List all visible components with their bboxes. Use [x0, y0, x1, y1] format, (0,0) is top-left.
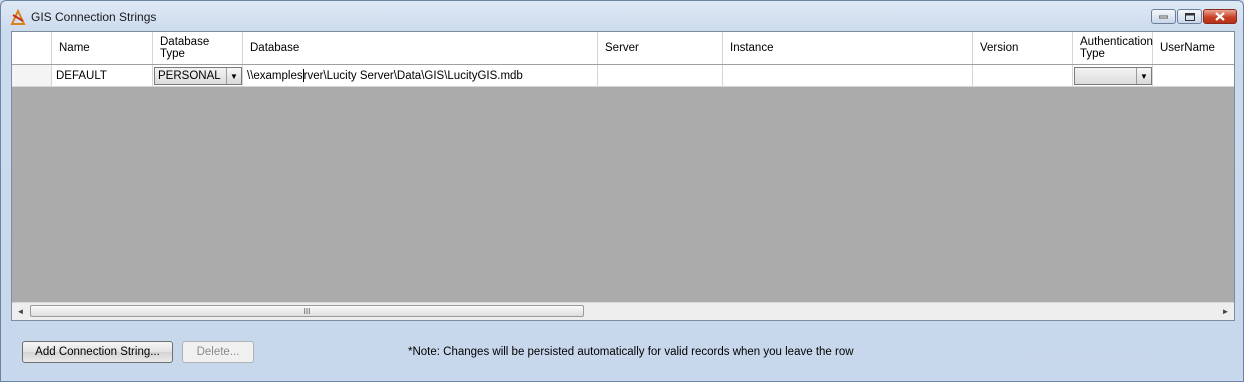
row-header[interactable] — [12, 65, 52, 87]
row-header-corner — [12, 32, 52, 64]
title-bar[interactable]: GIS Connection Strings — [1, 1, 1243, 31]
column-header-authentication-type[interactable]: Authentication Type — [1073, 32, 1153, 64]
column-header-server[interactable]: Server — [598, 32, 723, 64]
caption-buttons — [1151, 9, 1237, 24]
minimize-icon — [1159, 15, 1168, 18]
cell-instance[interactable] — [723, 65, 973, 87]
maximize-icon — [1184, 12, 1195, 21]
horizontal-scrollbar[interactable]: ◄ III ► — [12, 302, 1234, 320]
cell-database-type[interactable]: PERSONAL ▼ — [153, 65, 243, 87]
cell-server[interactable] — [598, 65, 723, 87]
cell-database[interactable]: \\examples rver\Lucity Server\Data\GIS\Lu… — [243, 65, 598, 87]
database-text-after-cursor: rver\Lucity Server\Data\GIS\LucityGIS.md… — [303, 69, 523, 82]
cell-version[interactable] — [973, 65, 1073, 87]
column-header-instance[interactable]: Instance — [723, 32, 973, 64]
persistence-note: *Note: Changes will be persisted automat… — [408, 346, 854, 358]
arrow-left-icon[interactable]: ◄ — [12, 303, 29, 320]
cell-name[interactable]: DEFAULT — [52, 65, 153, 87]
column-header-version[interactable]: Version — [973, 32, 1073, 64]
column-header-database[interactable]: Database — [243, 32, 598, 64]
column-header-username[interactable]: UserName — [1153, 32, 1234, 64]
close-button[interactable] — [1203, 9, 1237, 24]
cell-authentication-type[interactable]: ▼ — [1073, 65, 1153, 87]
table-row[interactable]: DEFAULT PERSONAL ▼ \\examples rver\Lucity… — [12, 65, 1234, 87]
authentication-type-dropdown[interactable]: ▼ — [1074, 67, 1152, 85]
database-text-before-cursor: \\examples — [247, 69, 303, 82]
thumb-grip: III — [303, 306, 311, 316]
column-header-name[interactable]: Name — [52, 32, 153, 64]
connection-strings-grid[interactable]: Name Database Type Database Server Insta… — [11, 31, 1235, 321]
scrollbar-thumb[interactable]: III — [30, 305, 584, 317]
arrow-right-icon[interactable]: ► — [1217, 303, 1234, 320]
app-icon — [10, 9, 26, 25]
cell-username[interactable] — [1153, 65, 1234, 87]
chevron-down-icon[interactable]: ▼ — [226, 68, 241, 84]
delete-button[interactable]: Delete... — [182, 341, 254, 363]
database-type-dropdown[interactable]: PERSONAL ▼ — [154, 67, 242, 85]
column-header-database-type[interactable]: Database Type — [153, 32, 243, 64]
gis-connection-strings-window: GIS Connection Strings Name Database Typ… — [0, 0, 1244, 382]
chevron-down-icon[interactable]: ▼ — [1136, 68, 1151, 84]
add-connection-string-button[interactable]: Add Connection String... — [22, 341, 173, 363]
minimize-button[interactable] — [1151, 9, 1176, 24]
maximize-button[interactable] — [1177, 9, 1202, 24]
grid-header-row: Name Database Type Database Server Insta… — [12, 32, 1234, 65]
window-title: GIS Connection Strings — [31, 10, 157, 24]
close-icon — [1215, 12, 1225, 21]
